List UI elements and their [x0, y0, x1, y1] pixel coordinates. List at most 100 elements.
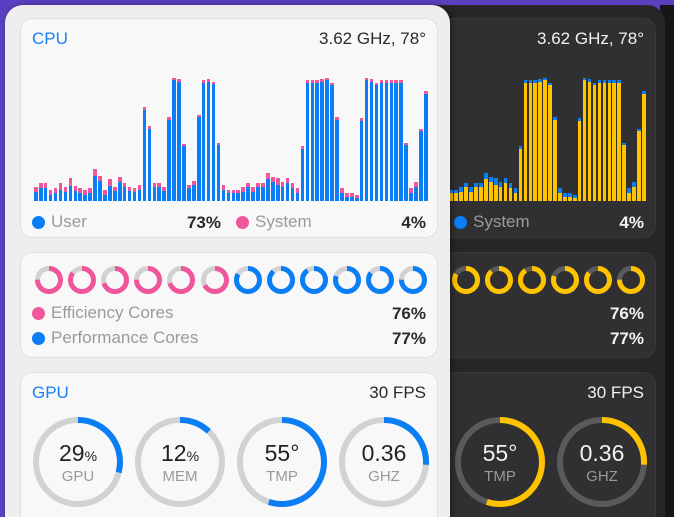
user-bar [231, 193, 236, 201]
user-bar [182, 146, 186, 201]
gauge-unit: % [84, 448, 98, 464]
system-bar [251, 187, 255, 193]
system-bar [271, 176, 275, 182]
user-bar [241, 192, 245, 201]
system-bar [211, 81, 216, 85]
performance-core-ring [484, 266, 513, 294]
gpu-card: GPU 30 FPS 29% GPU 12% MEM 55° TMP 0.36 GHZ [20, 372, 438, 517]
gauge-unit: % [186, 448, 200, 464]
system-bar [419, 128, 423, 132]
user-bar [290, 188, 295, 201]
performance-core-ring [233, 266, 262, 294]
user-bar [132, 192, 137, 201]
user-bar [285, 183, 290, 201]
system-bar [513, 188, 518, 194]
system-bar [533, 80, 538, 83]
system-bar [236, 189, 241, 194]
gauge-label: TMP [484, 468, 516, 485]
performance-dot-icon [32, 331, 45, 345]
system-bar [226, 189, 231, 194]
system-bar [157, 183, 162, 188]
system-bar [597, 80, 602, 83]
system-bar [414, 181, 418, 188]
system-bar [622, 142, 626, 146]
efficiency-value: 76% [391, 304, 426, 323]
system-bar [364, 77, 369, 81]
system-bar [330, 82, 334, 86]
efficiency-core-ring [134, 266, 163, 294]
system-bar [642, 90, 646, 95]
user-bar [152, 187, 157, 201]
performance-core-ring [332, 266, 361, 294]
system-bar [266, 173, 270, 180]
user-bar [572, 198, 577, 201]
user-bar [449, 193, 454, 201]
user-bar [162, 190, 166, 201]
user-bar [493, 184, 498, 201]
user-bar [503, 183, 508, 201]
system-bar [617, 80, 621, 83]
user-bar [300, 148, 305, 201]
user-bar [364, 80, 369, 201]
user-bar [310, 82, 315, 201]
system-bar [399, 80, 403, 83]
efficiency-core-ring [101, 266, 130, 294]
system-bar [379, 80, 384, 83]
user-bar [167, 119, 171, 201]
user-bar [127, 190, 132, 201]
system-bar [563, 193, 567, 198]
user-bar [340, 193, 344, 201]
system-bar [582, 77, 587, 81]
system-bar [78, 188, 83, 194]
user-bar [305, 82, 310, 201]
user-bar [489, 181, 493, 201]
system-bar [637, 128, 641, 132]
gpu-temperature-gauge: 55° TMP [454, 416, 546, 508]
gauge-value: 0.36 [361, 440, 407, 466]
efficiency-core-ring [35, 266, 63, 294]
system-dot-icon [454, 215, 467, 229]
performance-core-ring [517, 266, 546, 294]
system-bar [350, 193, 354, 198]
system-bar [122, 183, 127, 188]
user-bar [261, 187, 265, 201]
system-bar [474, 183, 478, 188]
user-bar [642, 94, 646, 201]
efficiency-core-ring [200, 266, 229, 294]
system-bar [290, 183, 295, 189]
user-bar [345, 197, 349, 201]
system-bar [132, 188, 137, 193]
stats-window-light: CPU 3.62 GHz, 78° User 73% System 4% Eff… [5, 5, 450, 517]
user-bar [394, 82, 399, 201]
system-bar [73, 185, 78, 191]
system-bar [261, 183, 265, 188]
system-bar [394, 80, 399, 83]
user-bar [251, 192, 255, 201]
performance-core-ring [550, 266, 579, 294]
system-bar [68, 178, 73, 186]
gpu-fps: 30 FPS [587, 383, 644, 402]
system-bar [108, 179, 112, 186]
user-bar [617, 82, 621, 201]
system-bar [231, 189, 236, 194]
system-bar [275, 178, 280, 185]
system-bar [632, 181, 636, 188]
user-bar [359, 121, 364, 201]
user-bar [612, 82, 617, 201]
system-bar [543, 77, 547, 81]
user-bar [122, 187, 127, 201]
user-bar [275, 184, 280, 201]
user-bar [73, 190, 78, 201]
user-bar [221, 189, 226, 201]
system-bar [103, 189, 107, 195]
gauge-value: 12 [160, 440, 187, 466]
user-bar [108, 185, 112, 201]
performance-core-ring [584, 266, 612, 294]
system-bar [325, 77, 329, 81]
system-bar [246, 183, 250, 188]
cpu-card: CPU 3.62 GHz, 78° User 73% System 4% [20, 18, 438, 238]
system-bar [162, 187, 166, 191]
user-bar [454, 193, 459, 201]
gauge-label: GHZ [368, 468, 400, 485]
user-bar [68, 185, 73, 201]
